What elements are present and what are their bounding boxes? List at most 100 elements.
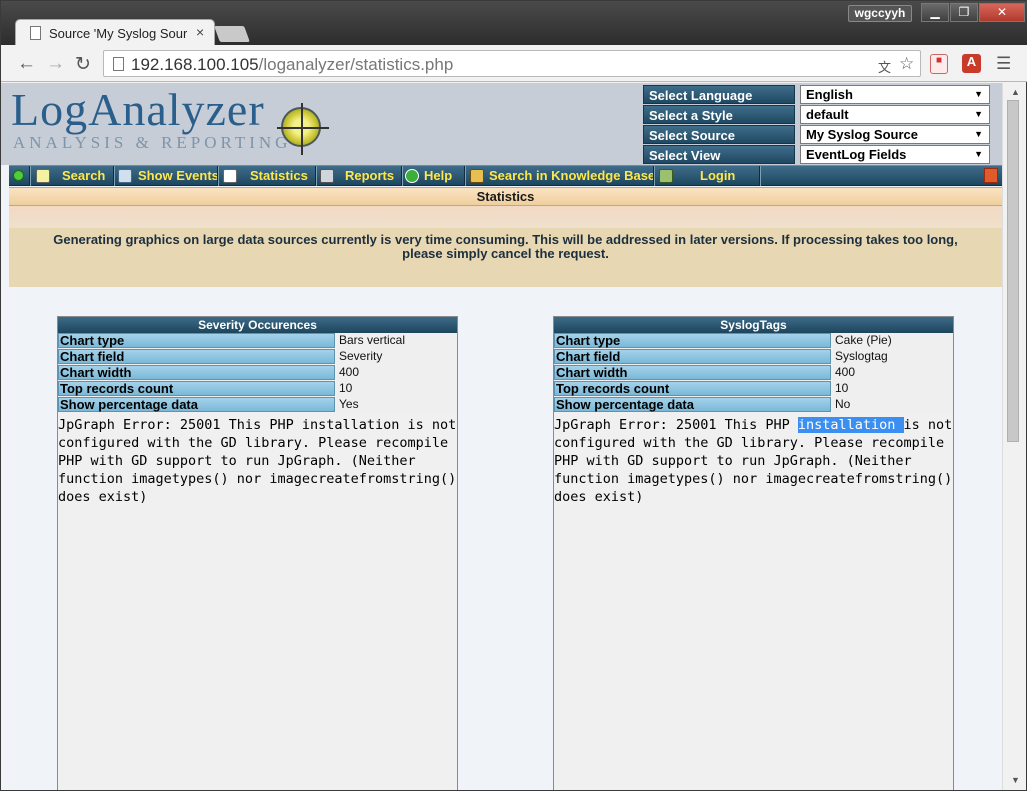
home-icon [118,169,132,183]
language-select-value: English [806,87,853,102]
section-spacer [9,206,1002,228]
chart-panel-syslogtags: SyslogTags Chart type Cake (Pie) Chart f… [553,316,954,790]
menu-separator [653,166,655,186]
crosshair-icon [277,103,329,155]
property-value: 10 [833,381,953,397]
scroll-down-arrow-icon[interactable]: ▼ [1011,775,1020,785]
select-source-label: Select Source [643,125,795,144]
dropdown-arrow-icon: ▼ [974,149,983,159]
status-dot-icon [13,170,24,181]
extension-icon[interactable]: ■ [930,54,948,74]
browser-toolbar: ← → ↻ 192.168.100.105/loganalyzer/statis… [1,45,1027,82]
menu-separator [759,166,761,186]
menu-show-events[interactable]: Show Events [138,166,219,186]
property-row: Chart field Syslogtag [554,349,953,365]
property-key: Chart type [58,333,335,348]
error-line: PHP with GD support to run JpGraph. (Nei… [58,453,416,469]
url-text[interactable]: 192.168.100.105/loganalyzer/statistics.p… [131,55,453,75]
property-value: 400 [337,365,457,381]
property-row: Top records count 10 [554,381,953,397]
logo-title: LogAnalyzer [11,84,265,135]
property-value: Bars vertical [337,333,457,349]
menu-separator [113,166,115,186]
dropdown-arrow-icon: ▼ [974,109,983,119]
source-select-value: My Syslog Source [806,127,918,142]
menu-separator [464,166,466,186]
property-value: No [833,397,953,413]
menu-knowledge-base[interactable]: Search in Knowledge Base [489,166,655,186]
back-arrow-icon[interactable]: ← [17,53,36,75]
panel-title: Severity Occurences [58,317,457,333]
section-title: Statistics [9,187,1002,206]
forward-arrow-icon[interactable]: → [46,53,65,75]
property-key: Show percentage data [58,397,335,412]
dropdown-arrow-icon: ▼ [974,129,983,139]
source-select[interactable]: My Syslog Source ▼ [800,125,990,144]
panel-title: SyslogTags [554,317,953,333]
property-key: Chart field [554,349,831,364]
style-select-value: default [806,107,849,122]
maximize-button[interactable]: ❐ [950,3,978,22]
view-select-value: EventLog Fields [806,147,907,162]
scroll-up-arrow-icon[interactable]: ▲ [1011,87,1020,97]
new-tab-button[interactable] [214,26,250,42]
magnifier-icon [36,169,50,183]
help-icon [405,169,419,183]
tab-title: Source 'My Syslog Source [49,26,187,41]
scrollbar-thumb[interactable] [1007,100,1019,442]
error-text: is not [903,417,953,433]
property-key: Chart type [554,333,831,348]
error-line: does exist) [58,489,148,505]
property-key: Top records count [58,381,335,396]
select-language-label: Select Language [643,85,795,104]
url-host: 192.168.100.105 [131,55,259,74]
notice-message: Generating graphics on large data source… [9,228,1002,287]
property-row: Chart width 400 [554,365,953,381]
property-value: Yes [337,397,457,413]
star-icon[interactable]: ☆ [899,54,914,74]
hamburger-menu-icon[interactable]: ☰ [996,54,1011,74]
property-value: Severity [337,349,457,365]
property-row: Chart type Cake (Pie) [554,333,953,349]
browser-tab[interactable]: Source 'My Syslog Source × [15,19,215,46]
acrobat-extension-icon[interactable]: A [962,54,981,73]
property-key: Top records count [554,381,831,396]
property-row: Chart width 400 [58,365,457,381]
menu-login[interactable]: Login [700,166,735,186]
language-select[interactable]: English ▼ [800,85,990,104]
view-select[interactable]: EventLog Fields ▼ [800,145,990,164]
title-bar: Source 'My Syslog Source × wgccyyh ▁ ❐ ✕ [1,1,1027,46]
error-line: function imagetypes() nor imagecreatefro… [58,471,457,487]
style-select[interactable]: default ▼ [800,105,990,124]
menu-reports[interactable]: Reports [345,166,394,186]
user-badge[interactable]: wgccyyh [848,5,912,22]
error-line: configured with the GD library. Please r… [58,435,449,451]
selected-text: installation [797,417,904,433]
property-row: Show percentage data Yes [58,397,457,413]
menu-statistics[interactable]: Statistics [250,166,308,186]
browser-window: Source 'My Syslog Source × wgccyyh ▁ ❐ ✕… [0,0,1027,791]
property-key: Chart field [58,349,335,364]
loganalyzer-logo[interactable]: LogAnalyzer ANALYSIS & REPORTING [11,87,331,161]
close-window-button[interactable]: ✕ [979,3,1025,22]
vertical-scrollbar[interactable]: ▲ ▼ [1002,83,1026,790]
url-path: /loganalyzer/statistics.php [258,55,454,74]
address-bar[interactable]: 192.168.100.105/loganalyzer/statistics.p… [103,50,921,77]
tab-close-icon[interactable]: × [196,24,204,40]
reload-icon[interactable]: ↻ [75,53,91,76]
translate-icon[interactable]: 文 [878,57,891,76]
error-line: JpGraph Error: 25001 This PHP installati… [58,417,457,433]
menu-separator [217,166,219,186]
logo-subtitle: ANALYSIS & REPORTING [13,133,292,152]
calendar-icon[interactable] [984,168,998,183]
error-line: function imagetypes() nor imagecreatefro… [554,471,953,487]
property-row: Chart field Severity [58,349,457,365]
page-header: LogAnalyzer ANALYSIS & REPORTING Select … [1,83,1002,165]
menu-help[interactable]: Help [424,166,452,186]
chart-panel-severity: Severity Occurences Chart type Bars vert… [57,316,458,790]
login-icon [659,169,673,183]
property-key: Chart width [58,365,335,380]
property-value: 10 [337,381,457,397]
menu-search[interactable]: Search [62,166,105,186]
minimize-button[interactable]: ▁ [921,3,949,22]
